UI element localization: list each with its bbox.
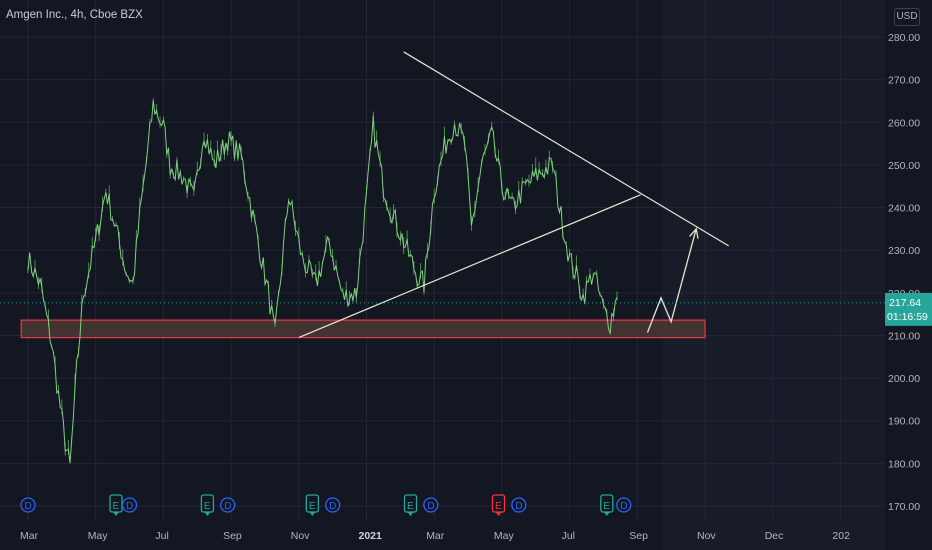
trendline-ascending-support[interactable] [298, 194, 641, 339]
earnings-marker-tip [204, 512, 211, 516]
marker-letter: D [620, 501, 627, 512]
x-tick-label: 202 [832, 530, 850, 542]
last-price-label: 217.64 [889, 297, 921, 309]
earnings-marker-tip [603, 512, 610, 516]
marker-letter: E [603, 501, 610, 512]
price-chart[interactable]: 170.00180.00190.00200.00210.00220.00230.… [0, 0, 932, 550]
y-tick-label: 210.00 [888, 330, 920, 342]
y-tick-label: 180.00 [888, 458, 920, 470]
marker-letter: E [309, 501, 316, 512]
y-tick-label: 200.00 [888, 373, 920, 385]
support-zone[interactable] [20, 319, 706, 339]
marker-letter: E [495, 501, 502, 512]
y-tick-label: 230.00 [888, 245, 920, 257]
x-tick-label: Mar [20, 530, 39, 542]
earnings-marker-tip [113, 512, 120, 516]
x-tick-label: Nov [291, 530, 310, 542]
marker-letter: E [204, 501, 211, 512]
marker-letter: D [224, 501, 231, 512]
marker-letter: D [126, 501, 133, 512]
marker-letter: D [427, 501, 434, 512]
marker-letter: D [515, 501, 522, 512]
y-tick-label: 260.00 [888, 117, 920, 129]
marker-letter: E [113, 501, 120, 512]
marker-letter: D [25, 501, 32, 512]
x-tick-label: Sep [629, 530, 648, 542]
price-series-line[interactable] [27, 100, 618, 464]
x-tick-label: Mar [426, 530, 445, 542]
y-tick-label: 250.00 [888, 160, 920, 172]
y-tick-label: 170.00 [888, 501, 920, 513]
x-tick-label: May [88, 530, 109, 542]
earnings-marker-tip [309, 512, 316, 516]
x-tick-label: Sep [223, 530, 242, 542]
y-tick-label: 190.00 [888, 416, 920, 428]
countdown-label: 01:16:59 [887, 311, 928, 323]
x-tick-label: May [494, 530, 515, 542]
earnings-marker-tip [407, 512, 414, 516]
earnings-marker-tip [495, 512, 502, 516]
x-tick-label: Nov [697, 530, 716, 542]
marker-letter: E [407, 501, 414, 512]
x-tick-label: Dec [765, 530, 784, 542]
x-tick-label: Jul [155, 530, 168, 542]
chart-title: Amgen Inc., 4h, Cboe BZX [6, 9, 143, 21]
x-tick-label: 2021 [359, 530, 383, 542]
x-tick-label: Jul [562, 530, 575, 542]
y-tick-label: 270.00 [888, 75, 920, 87]
marker-letter: D [329, 501, 336, 512]
currency-button[interactable]: USD [894, 8, 920, 26]
y-tick-label: 240.00 [888, 203, 920, 215]
chart-container[interactable]: 170.00180.00190.00200.00210.00220.00230.… [0, 0, 932, 550]
y-tick-label: 280.00 [888, 32, 920, 44]
